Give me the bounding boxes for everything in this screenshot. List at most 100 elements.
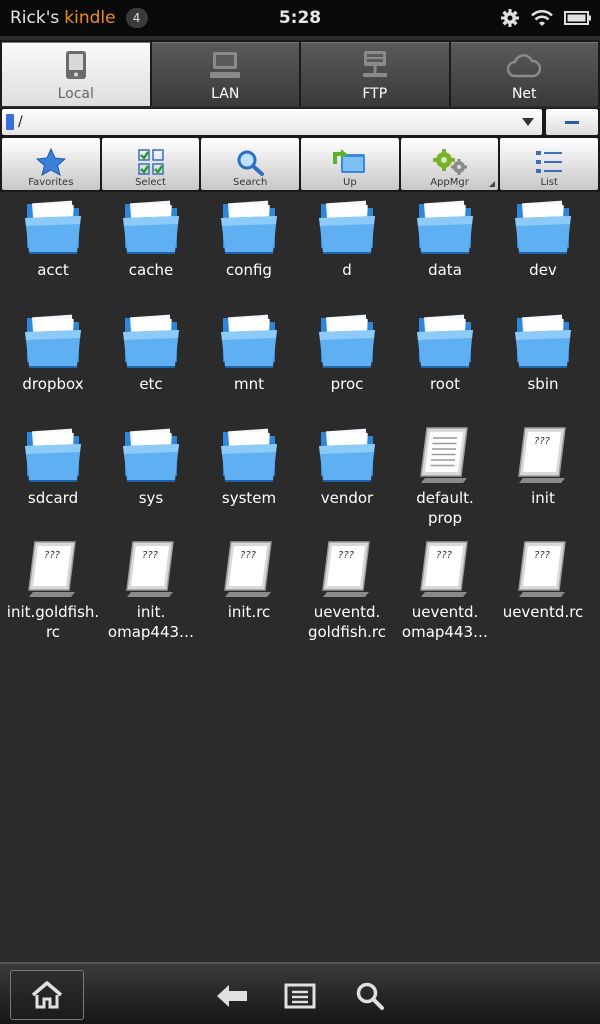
item-name: mnt: [234, 375, 264, 393]
item-name: sys: [138, 489, 164, 507]
file-item[interactable]: ??? ueventd. goldfish.rc: [298, 540, 396, 654]
folder-item[interactable]: data: [396, 198, 494, 312]
favorites-button[interactable]: Favorites: [2, 138, 100, 190]
file-item[interactable]: default. prop: [396, 426, 494, 540]
folder-icon: [319, 314, 375, 368]
item-name: cache: [128, 261, 174, 279]
item-name: init. omap443…: [107, 603, 195, 641]
unknown-file-icon: ???: [518, 541, 566, 597]
folder-item[interactable]: vendor: [298, 426, 396, 540]
tab-label: Local: [57, 86, 94, 102]
unknown-file-icon: ???: [28, 541, 76, 597]
folder-icon: [515, 314, 571, 368]
star-icon: [35, 148, 66, 176]
folder-item[interactable]: config: [200, 198, 298, 312]
back-button[interactable]: [212, 976, 252, 1016]
folder-up-icon: [332, 149, 365, 173]
folder-icon: [319, 428, 375, 482]
storage-icon: [6, 114, 14, 130]
wifi-icon: [530, 8, 554, 28]
file-item[interactable]: ??? init: [494, 426, 592, 540]
select-button[interactable]: Select: [101, 138, 200, 190]
menu-button[interactable]: [280, 976, 320, 1016]
item-name: init: [531, 489, 555, 507]
up-button[interactable]: Up: [301, 138, 399, 190]
svg-text:???: ???: [436, 550, 453, 561]
folder-item[interactable]: dev: [494, 198, 592, 312]
status-bar: Rick's kindle 4 5:28: [0, 0, 600, 36]
list-label: List: [540, 177, 558, 188]
dropdown-indicator-icon: [489, 181, 496, 187]
unknown-file-icon: ???: [224, 541, 272, 597]
tab-net[interactable]: Net: [450, 42, 598, 106]
folder-item[interactable]: dropbox: [4, 312, 102, 426]
folder-icon: [123, 314, 179, 368]
home-button[interactable]: [10, 970, 84, 1020]
checklist-icon: [137, 149, 164, 175]
chevron-down-icon[interactable]: [522, 118, 534, 126]
folder-icon: [221, 200, 277, 254]
folder-item[interactable]: sys: [102, 426, 200, 540]
tab-lan[interactable]: LAN: [151, 42, 299, 106]
folder-icon: [221, 428, 277, 482]
location-tabs: Local LAN FTP Net: [0, 40, 600, 106]
computer-icon: [210, 52, 241, 78]
svg-text:???: ???: [338, 550, 355, 561]
menu-icon: [284, 983, 316, 1009]
list-view-button[interactable]: List: [500, 138, 599, 190]
favorites-label: Favorites: [28, 177, 74, 188]
item-name: vendor: [320, 489, 374, 507]
folder-icon: [25, 428, 81, 482]
folder-item[interactable]: cache: [102, 198, 200, 312]
battery-icon: [564, 9, 592, 27]
item-name: config: [226, 261, 272, 279]
folder-item[interactable]: d: [298, 198, 396, 312]
item-name: ueventd. omap443…: [401, 603, 489, 641]
file-item[interactable]: ??? init. omap443…: [102, 540, 200, 654]
up-label: Up: [343, 177, 357, 188]
appmgr-button[interactable]: AppMgr: [400, 138, 499, 190]
folder-icon: [123, 428, 179, 482]
file-item[interactable]: ??? init.rc: [200, 540, 298, 654]
search-button[interactable]: Search: [201, 138, 300, 190]
select-label: Select: [135, 177, 166, 188]
folder-icon: [319, 200, 375, 254]
magnifier-icon: [237, 150, 265, 176]
folder-item[interactable]: etc: [102, 312, 200, 426]
item-name: etc: [139, 375, 163, 393]
folder-icon: [417, 200, 473, 254]
svg-text:???: ???: [534, 550, 551, 561]
item-name: proc: [330, 375, 364, 393]
folder-item[interactable]: acct: [4, 198, 102, 312]
folder-icon: [123, 200, 179, 254]
gear-icon[interactable]: [500, 8, 520, 28]
svg-text:???: ???: [240, 550, 257, 561]
unknown-file-icon: ???: [322, 541, 370, 597]
folder-icon: [221, 314, 277, 368]
file-item[interactable]: ??? ueventd. omap443…: [396, 540, 494, 654]
file-item[interactable]: ??? init.goldfish. rc: [4, 540, 102, 654]
tab-local[interactable]: Local: [2, 42, 150, 106]
folder-item[interactable]: proc: [298, 312, 396, 426]
folder-item[interactable]: sdcard: [4, 426, 102, 540]
notification-badge[interactable]: 4: [125, 8, 148, 28]
current-path: /: [18, 114, 23, 130]
folder-item[interactable]: system: [200, 426, 298, 540]
unknown-file-icon: ???: [126, 541, 174, 597]
item-name: sbin: [527, 375, 559, 393]
folder-icon: [515, 200, 571, 254]
folder-item[interactable]: root: [396, 312, 494, 426]
collapse-button[interactable]: [546, 109, 598, 135]
item-name: data: [428, 261, 462, 279]
path-dropdown[interactable]: /: [2, 109, 542, 135]
file-item[interactable]: ??? ueventd.rc: [494, 540, 592, 654]
folder-item[interactable]: mnt: [200, 312, 298, 426]
search-nav-button[interactable]: [350, 976, 390, 1016]
search-icon: [356, 982, 384, 1010]
device-owner: Rick's: [10, 8, 60, 28]
tab-label: Net: [511, 86, 537, 102]
item-name: system: [221, 489, 277, 507]
tab-ftp[interactable]: FTP: [301, 42, 449, 106]
folder-item[interactable]: sbin: [494, 312, 592, 426]
device-brand: kindle: [64, 8, 116, 28]
